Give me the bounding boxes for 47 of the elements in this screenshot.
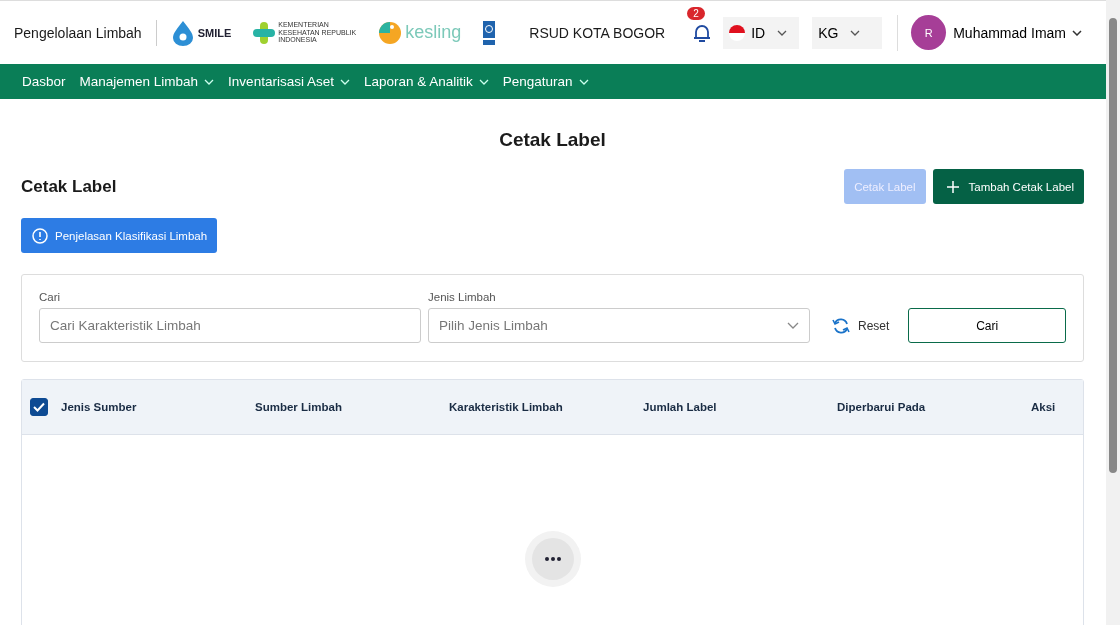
page-title: Cetak Label [498,129,607,151]
column-header: Jenis Sumber [61,401,138,413]
flag-icon [729,24,746,41]
column-header: Diperbarui Pada [837,401,927,413]
user-menu[interactable]: Muhammad Imam [953,24,1092,41]
facility-name: RSUD KOTA BOGOR [529,24,666,41]
waste-type-dropdown[interactable]: Pilih Jenis Limbah [428,308,810,343]
nav-item[interactable]: Laporan & Analitik [356,74,496,89]
language-selector[interactable]: ID [723,16,800,49]
action-button[interactable]: Tambah Cetak Label [932,169,1084,204]
field-label: Jenis Limbah [428,291,497,303]
chevron-down-icon [339,78,350,85]
notification-badge: 2 [687,6,705,20]
scrollbar[interactable] [1106,0,1120,625]
info-icon [32,227,48,244]
search-button[interactable]: Cari [908,308,1066,343]
column-header: Jumlah Label [643,401,718,413]
chevron-down-icon [787,322,799,329]
section-title: Cetak Label [21,176,117,197]
chevron-down-icon [578,78,589,85]
chevron-down-icon [204,78,215,85]
refresh-icon [832,317,850,334]
info-button[interactable]: Penjelasan Klasifikasi Limbah [21,218,218,253]
reset-button[interactable]: Reset [817,308,902,343]
bell-icon [693,22,712,43]
column-header: Aksi [1031,401,1056,413]
select-all-checkbox[interactable] [30,398,48,416]
nav-item[interactable]: Manajemen Limbah [72,74,222,89]
nav-item[interactable]: Pengaturan [495,74,596,89]
app-title: Pengelolaan Limbah [14,24,142,41]
user-avatar: R [911,15,947,50]
column-header: Sumber Limbah [255,401,343,413]
chevron-down-icon [777,29,788,36]
plus-icon [946,180,959,193]
un-emblem-icon [483,20,496,45]
chevron-down-icon [1072,29,1082,36]
notification-button[interactable] [693,22,712,43]
nav-item[interactable]: Dasbor [15,74,73,89]
field-label: Cari [39,291,62,303]
chevron-down-icon [850,29,861,36]
column-header: Karakteristik Limbah [449,401,564,413]
smile-logo: SMILE [170,19,232,46]
search-field[interactable]: Cari Karakteristik Limbah [39,308,421,343]
kesling-logo: kesling [378,20,462,45]
nav-item[interactable]: Inventarisasi Aset [221,74,357,89]
unit-selector[interactable]: KG [812,16,883,49]
chevron-down-icon [478,78,489,85]
